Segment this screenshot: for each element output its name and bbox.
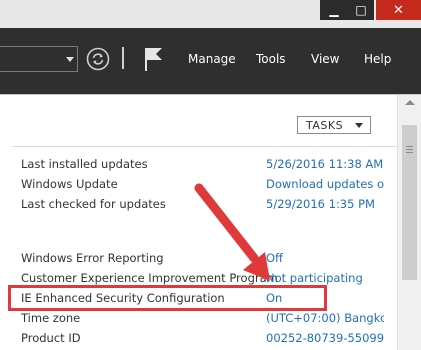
- property-value-link: 00252-80739-55099: [266, 331, 384, 345]
- tasks-dropdown[interactable]: TASKS: [297, 116, 371, 134]
- property-label: Product ID: [21, 331, 81, 345]
- minimize-button[interactable]: ▁: [320, 0, 348, 20]
- property-label: Windows Update: [21, 177, 118, 191]
- property-label: Last installed updates: [21, 157, 148, 171]
- annotation-highlight-box: [8, 285, 327, 311]
- menu-tools[interactable]: Tools: [256, 52, 286, 66]
- property-label: Windows Error Reporting: [21, 251, 164, 265]
- property-value-link[interactable]: (UTC+07:00) Bangkok: [266, 311, 384, 325]
- property-label: Time zone: [21, 311, 81, 325]
- menu-manage[interactable]: Manage: [188, 52, 236, 66]
- grip-line: [406, 149, 413, 150]
- refresh-icon[interactable]: [86, 47, 110, 71]
- scrollbar-thumb[interactable]: [402, 125, 417, 280]
- property-value-link[interactable]: Off: [266, 251, 283, 265]
- grip-line: [406, 152, 413, 153]
- grip-line: [406, 146, 413, 147]
- tasks-label: TASKS: [306, 119, 344, 132]
- scroll-up-icon[interactable]: [405, 100, 415, 105]
- menu-view[interactable]: View: [311, 52, 339, 66]
- chevron-down-icon: [66, 57, 74, 62]
- menu-help[interactable]: Help: [364, 52, 391, 66]
- property-value-link[interactable]: 5/29/2016 1:35 PM: [266, 197, 375, 211]
- breadcrumb-dropdown[interactable]: [0, 46, 78, 72]
- properties-panel: Last installed updates 5/26/2016 11:38 A…: [0, 146, 384, 350]
- property-value-link[interactable]: 5/26/2016 11:38 AM: [266, 157, 383, 171]
- flag-icon[interactable]: [141, 46, 165, 72]
- panel-border: [0, 94, 421, 95]
- toolbar-separator: [122, 47, 124, 69]
- window-title-bar: ▁ □ ✕: [0, 0, 421, 28]
- server-manager-toolbar: Manage Tools View Help: [0, 28, 421, 94]
- close-button[interactable]: ✕: [376, 0, 421, 20]
- maximize-button[interactable]: □: [348, 0, 374, 20]
- vertical-scrollbar[interactable]: [397, 95, 421, 350]
- chevron-down-icon: [355, 123, 363, 128]
- property-value-link[interactable]: Download updates only: [266, 177, 384, 191]
- property-label: Last checked for updates: [21, 197, 166, 211]
- property-label: Customer Experience Improvement Program: [21, 271, 278, 285]
- property-value-link[interactable]: Not participating: [266, 271, 363, 285]
